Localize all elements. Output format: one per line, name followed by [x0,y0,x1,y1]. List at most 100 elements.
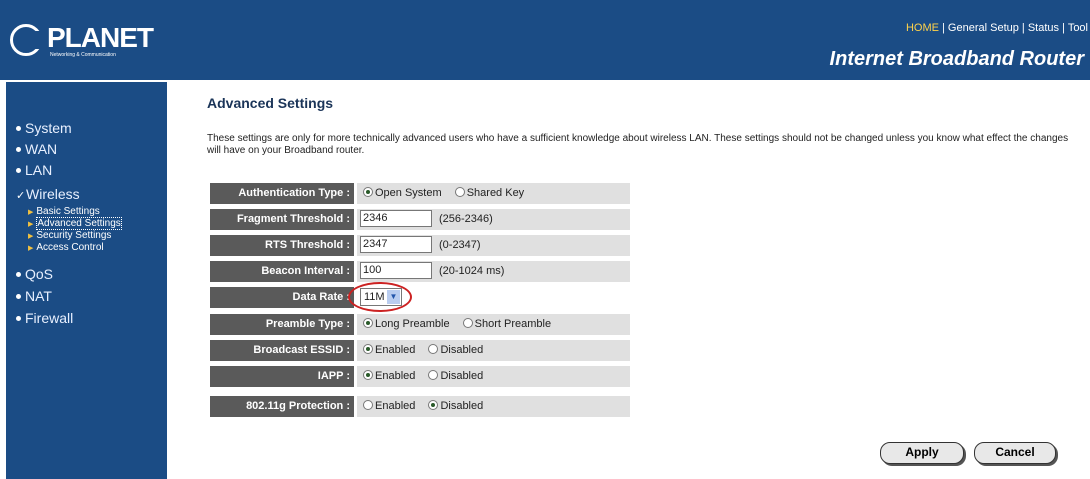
arrow-icon: ▶ [28,221,34,228]
label-broadcast-essid: Broadcast ESSID : [210,340,356,361]
sidebar-item-label: System [25,120,72,136]
fragment-threshold-input[interactable]: 2346 [360,210,432,227]
submenu-label: Access Control [36,242,104,253]
label-preamble-type: Preamble Type : [210,314,356,335]
bullet-icon [16,271,21,277]
label-80211g-protection: 802.11g Protection : [210,396,356,417]
option-label: Long Preamble [375,318,450,330]
submenu-label: Basic Settings [36,206,100,217]
radio-icon [454,187,465,198]
fragment-threshold-hint: (256-2346) [439,213,493,225]
brand-title: Internet Broadband Router [829,48,1084,70]
option-label: Disabled [440,400,484,412]
arrow-icon: ▶ [28,209,34,216]
beacon-interval-hint: (20-1024 ms) [439,265,505,277]
label-iapp: IAPP : [210,366,356,387]
radio-icon [462,318,473,329]
preamble-short-option[interactable]: Short Preamble [462,318,552,330]
nav-tool-link[interactable]: Tool [1068,22,1088,34]
iapp-enabled-option[interactable]: Enabled [363,370,415,382]
bullet-icon [16,167,21,173]
row-rts-threshold: RTS Threshold : 2347 (0-2347) [210,235,630,256]
page-description: These settings are only for more technic… [207,133,1069,156]
row-authentication-type: Authentication Type : Open System Shared… [210,183,630,204]
option-label: Disabled [440,344,484,356]
row-preamble-type: Preamble Type : Long Preamble Short Prea… [210,314,630,335]
auth-open-system-option[interactable]: Open System [363,187,442,199]
page-title: Advanced Settings [207,95,334,111]
essid-disabled-option[interactable]: Disabled [428,344,483,356]
rts-threshold-input[interactable]: 2347 [360,236,432,253]
sidebar-item-label: NAT [25,288,52,304]
sidebar-item-label: LAN [25,162,53,178]
row-fragment-threshold: Fragment Threshold : 2346 (256-2346) [210,209,630,230]
radio-icon [363,370,373,381]
submenu-label: Security Settings [36,230,112,241]
cancel-button[interactable]: Cancel [974,442,1056,464]
protection-enabled-option[interactable]: Enabled [363,400,415,412]
option-label: Shared Key [466,187,525,199]
beacon-interval-input[interactable]: 100 [360,262,432,279]
logo-text: PLANET [47,22,154,53]
bullet-icon [16,125,21,131]
submenu-basic-settings[interactable]: ▶ Basic Settings [28,206,100,217]
nav-home-link[interactable]: HOME [906,22,939,34]
row-data-rate: Data Rate : 11M ▼ [210,282,630,312]
sidebar-item-label: QoS [25,266,54,282]
submenu-advanced-settings[interactable]: ▶ Advanced Settings [28,217,122,230]
sidebar-item-label: Wireless [26,186,80,202]
submenu-security-settings[interactable]: ▶ Security Settings [28,230,111,241]
row-iapp: IAPP : Enabled Disabled [210,366,630,387]
sidebar-item-firewall[interactable]: Firewall [16,310,73,326]
bullet-icon [16,293,21,299]
sidebar-item-lan[interactable]: LAN [16,162,52,178]
row-broadcast-essid: Broadcast ESSID : Enabled Disabled [210,340,630,361]
check-icon: ✓ [16,190,26,202]
sidebar-item-label: WAN [25,141,58,157]
submenu-access-control[interactable]: ▶ Access Control [28,242,104,253]
option-label: Enabled [375,344,416,356]
label-beacon-interval: Beacon Interval : [210,261,356,282]
radio-icon [363,400,373,411]
arrow-icon: ▶ [28,233,34,240]
bullet-icon [16,315,21,321]
preamble-long-option[interactable]: Long Preamble [363,318,450,330]
protection-disabled-option[interactable]: Disabled [428,400,483,412]
label-authentication-type: Authentication Type : [210,183,356,204]
sidebar-item-label: Firewall [25,310,74,326]
planet-logo-icon [10,24,42,56]
sidebar-item-wireless[interactable]: ✓Wireless [16,186,80,202]
sidebar: System WAN LAN ✓Wireless ▶ Basic Settings… [6,82,167,479]
logo-subtext: Networking & Communication [50,52,116,58]
header-bar: PLANET Networking & Communication HOME |… [0,0,1090,80]
sidebar-item-system[interactable]: System [16,120,72,136]
apply-button[interactable]: Apply [880,442,964,464]
auth-shared-key-option[interactable]: Shared Key [454,187,525,199]
option-label: Enabled [375,370,416,382]
sidebar-item-wan[interactable]: WAN [16,141,57,157]
rts-threshold-hint: (0-2347) [439,239,481,251]
row-beacon-interval: Beacon Interval : 100 (20-1024 ms) [210,261,630,282]
radio-icon [428,400,439,411]
radio-icon [363,344,373,355]
label-fragment-threshold: Fragment Threshold : [210,209,356,230]
radio-icon [363,187,373,198]
iapp-disabled-option[interactable]: Disabled [428,370,483,382]
nav-status-link[interactable]: Status [1028,22,1059,34]
option-label: Open System [375,187,442,199]
radio-icon [428,344,439,355]
sidebar-item-nat[interactable]: NAT [16,288,52,304]
label-data-rate: Data Rate : [210,287,356,308]
submenu-label: Advanced Settings [36,217,122,230]
top-nav: HOME | General Setup | Status | Tool [905,22,1088,34]
bullet-icon [16,146,21,152]
sidebar-item-qos[interactable]: QoS [16,266,53,282]
arrow-icon: ▶ [28,245,34,252]
radio-icon [428,370,439,381]
row-80211g-protection: 802.11g Protection : Enabled Disabled [210,396,630,417]
highlight-circle [348,282,412,312]
essid-enabled-option[interactable]: Enabled [363,344,415,356]
option-label: Enabled [375,400,416,412]
option-label: Short Preamble [474,318,552,330]
nav-general-setup-link[interactable]: General Setup [948,22,1019,34]
